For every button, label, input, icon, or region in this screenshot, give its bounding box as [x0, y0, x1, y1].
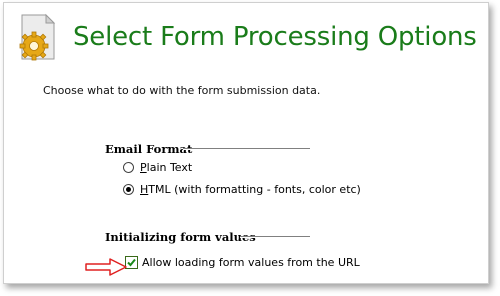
initializing-divider: [240, 236, 310, 238]
initializing-heading: Initializing form values: [105, 230, 256, 244]
radio-html-label: HTML (with formatting - fonts, color etc…: [140, 183, 361, 196]
page-description: Choose what to do with the form submissi…: [43, 84, 321, 97]
radio-button-selected[interactable]: [123, 184, 134, 195]
radio-plain-text[interactable]: Plain Text: [123, 161, 192, 174]
radio-html[interactable]: HTML (with formatting - fonts, color etc…: [123, 183, 361, 196]
wizard-panel: Select Form Processing Options Choose wh…: [3, 2, 489, 284]
email-format-heading: Email Format: [105, 142, 193, 156]
allow-url-values-checkbox-row[interactable]: Allow loading form values from the URL: [125, 256, 360, 269]
radio-plain-text-label: Plain Text: [140, 161, 193, 174]
allow-url-values-label: Allow loading form values from the URL: [142, 256, 360, 269]
radio-button[interactable]: [123, 162, 134, 173]
page-title: Select Form Processing Options: [73, 22, 477, 52]
red-arrow-icon: [85, 258, 127, 276]
email-format-divider: [183, 148, 310, 150]
form-gear-icon: [19, 13, 56, 61]
